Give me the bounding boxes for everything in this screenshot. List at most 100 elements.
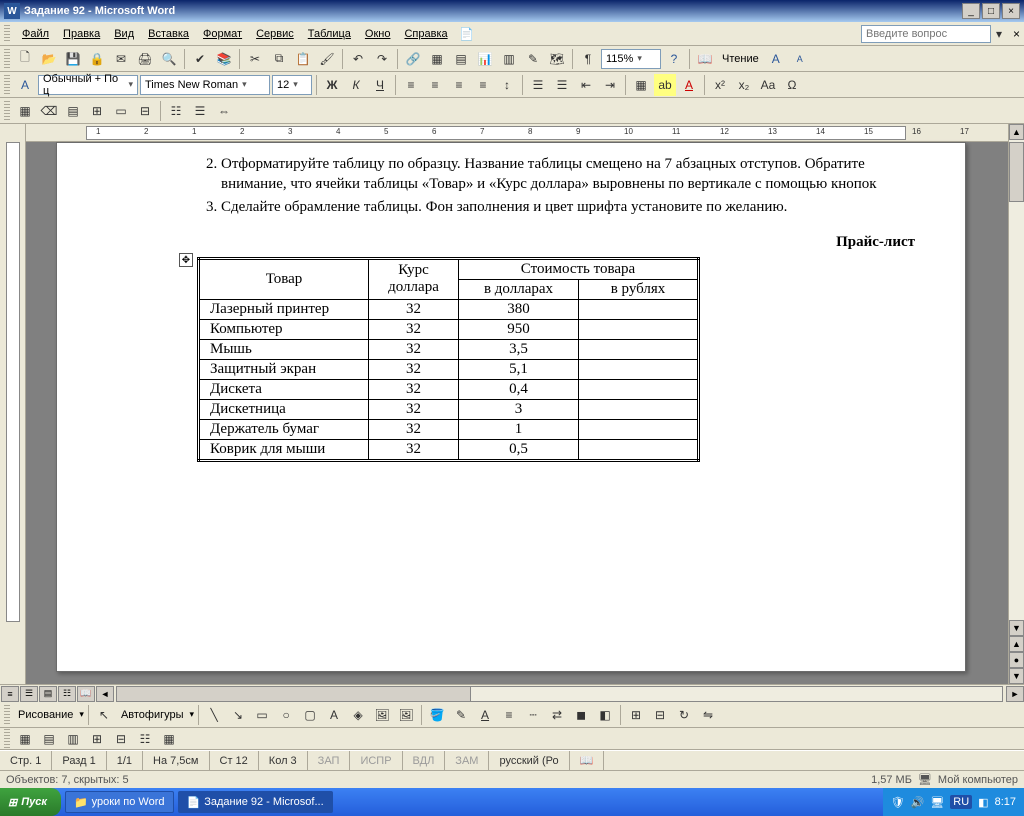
- columns-icon[interactable]: ▥: [498, 48, 520, 70]
- menu-view[interactable]: Вид: [108, 25, 140, 43]
- table-dist-icon[interactable]: ☰: [189, 100, 211, 122]
- cell-rate[interactable]: 32: [369, 419, 459, 439]
- office-icon[interactable]: 📄: [456, 23, 478, 45]
- table-row[interactable]: Держатель бумаг321: [199, 419, 699, 439]
- th-product[interactable]: Товар: [199, 258, 369, 299]
- cell-usd[interactable]: 950: [459, 319, 579, 339]
- cell-rub[interactable]: [579, 319, 699, 339]
- menu-window[interactable]: Окно: [359, 25, 397, 43]
- cell-usd[interactable]: 3,5: [459, 339, 579, 359]
- cell-rub[interactable]: [579, 419, 699, 439]
- table-move-handle[interactable]: ✥: [179, 253, 193, 267]
- table-erase-icon[interactable]: ⌫: [38, 100, 60, 122]
- fontsize-combo[interactable]: 12▾: [272, 75, 312, 95]
- reading-label[interactable]: Чтение: [718, 53, 763, 65]
- undo-icon[interactable]: ↶: [347, 48, 369, 70]
- table-autofit-icon[interactable]: ⇔: [213, 100, 235, 122]
- prev-page-button[interactable]: ▲: [1009, 636, 1024, 652]
- cell-rub[interactable]: [579, 439, 699, 460]
- sec-icon-7[interactable]: ▦: [158, 728, 180, 750]
- cell-product[interactable]: Защитный экран: [199, 359, 369, 379]
- align-left-icon[interactable]: ≡: [400, 74, 422, 96]
- subscript-icon[interactable]: x₂: [733, 74, 755, 96]
- menu-help[interactable]: Справка: [398, 25, 453, 43]
- sec-icon-6[interactable]: ☷: [134, 728, 156, 750]
- cell-rate[interactable]: 32: [369, 299, 459, 319]
- view-print-button[interactable]: ▤: [39, 686, 57, 702]
- spellcheck-icon[interactable]: ✔: [189, 48, 211, 70]
- start-button[interactable]: ⊞ Пуск: [0, 788, 61, 816]
- table-row[interactable]: Коврик для мыши320,5: [199, 439, 699, 460]
- zoom-combo[interactable]: 115%▾: [601, 49, 661, 69]
- symbol-icon[interactable]: Ω: [781, 74, 803, 96]
- horizontal-ruler[interactable]: 121234567891011121314151617: [26, 124, 1008, 142]
- highlight-icon[interactable]: ab: [654, 74, 676, 96]
- tray-icon-1[interactable]: 🛡: [891, 796, 905, 809]
- hscroll-track[interactable]: [116, 686, 1003, 702]
- reading-icon[interactable]: 📖: [694, 48, 716, 70]
- hscroll-thumb[interactable]: [117, 687, 471, 701]
- font-grow-icon[interactable]: A: [765, 48, 787, 70]
- table-align-icon[interactable]: ☷: [165, 100, 187, 122]
- cell-product[interactable]: Дискетница: [199, 399, 369, 419]
- borders-icon[interactable]: ▦: [630, 74, 652, 96]
- list-item[interactable]: Отформатируйте таблицу по образцу. Назва…: [221, 155, 915, 194]
- cell-rub[interactable]: [579, 339, 699, 359]
- drawing-icon[interactable]: ✎: [522, 48, 544, 70]
- open-icon[interactable]: 📂: [38, 48, 60, 70]
- hyperlink-icon[interactable]: 🔗: [402, 48, 424, 70]
- system-tray[interactable]: 🛡 🔊 🖥 RU ◧ 8:17: [883, 788, 1024, 816]
- status-lang[interactable]: русский (Ро: [489, 751, 569, 770]
- table-title[interactable]: Прайс-лист: [197, 234, 915, 251]
- excel-icon[interactable]: 📊: [474, 48, 496, 70]
- font-combo[interactable]: Times New Roman▾: [140, 75, 270, 95]
- flip-icon[interactable]: ⇋: [697, 704, 719, 726]
- cell-rub[interactable]: [579, 379, 699, 399]
- browse-object-button[interactable]: ●: [1009, 652, 1024, 668]
- cell-rub[interactable]: [579, 299, 699, 319]
- menu-tools[interactable]: Сервис: [250, 25, 300, 43]
- table-row[interactable]: Компьютер32950: [199, 319, 699, 339]
- arrowstyle-icon[interactable]: ⇄: [546, 704, 568, 726]
- status-trk[interactable]: ИСПР: [350, 751, 402, 770]
- sec-icon-5[interactable]: ⊟: [110, 728, 132, 750]
- menu-format[interactable]: Формат: [197, 25, 248, 43]
- cell-rate[interactable]: 32: [369, 339, 459, 359]
- hscroll-right-button[interactable]: ►: [1006, 686, 1024, 702]
- linewidth-icon[interactable]: ≡: [498, 704, 520, 726]
- arrow-icon[interactable]: ↘: [227, 704, 249, 726]
- table-cell-icon[interactable]: ▭: [110, 100, 132, 122]
- minimize-button[interactable]: _: [962, 3, 980, 19]
- cell-rub[interactable]: [579, 359, 699, 379]
- hscroll-left-button[interactable]: ◄: [96, 686, 114, 702]
- superscript-icon[interactable]: x²: [709, 74, 731, 96]
- cut-icon[interactable]: ✂: [244, 48, 266, 70]
- fontcolor2-icon[interactable]: A: [474, 704, 496, 726]
- research-icon[interactable]: 📚: [213, 48, 235, 70]
- th-rate[interactable]: Курс доллара: [369, 258, 459, 299]
- table-draw-icon[interactable]: ▦: [14, 100, 36, 122]
- cell-rate[interactable]: 32: [369, 379, 459, 399]
- diagram-icon[interactable]: ◈: [347, 704, 369, 726]
- document-page[interactable]: Отформатируйте таблицу по образцу. Назва…: [56, 142, 966, 672]
- wordart-icon[interactable]: A: [323, 704, 345, 726]
- drawing-menu[interactable]: Рисование: [14, 709, 77, 721]
- styles-icon[interactable]: A: [14, 74, 36, 96]
- taskbar-item-folder[interactable]: 📁 уроки по Word: [65, 791, 174, 813]
- menubar-grip[interactable]: [4, 25, 10, 43]
- status-rec[interactable]: ЗАП: [308, 751, 351, 770]
- menu-table[interactable]: Таблица: [302, 25, 357, 43]
- oval-icon[interactable]: ○: [275, 704, 297, 726]
- table-split-icon[interactable]: ⊟: [134, 100, 156, 122]
- th-usd[interactable]: в долларах: [459, 279, 579, 299]
- toolbar-grip-4[interactable]: [4, 705, 10, 725]
- close-button[interactable]: ×: [1002, 3, 1020, 19]
- tray-icon-2[interactable]: 🔊: [911, 796, 925, 809]
- menu-insert[interactable]: Вставка: [142, 25, 195, 43]
- preview-icon[interactable]: 🔍: [158, 48, 180, 70]
- scroll-thumb[interactable]: [1009, 142, 1024, 202]
- print-icon[interactable]: 🖨: [134, 48, 156, 70]
- cell-usd[interactable]: 5,1: [459, 359, 579, 379]
- help-icon[interactable]: ?: [663, 48, 685, 70]
- save-icon[interactable]: 💾: [62, 48, 84, 70]
